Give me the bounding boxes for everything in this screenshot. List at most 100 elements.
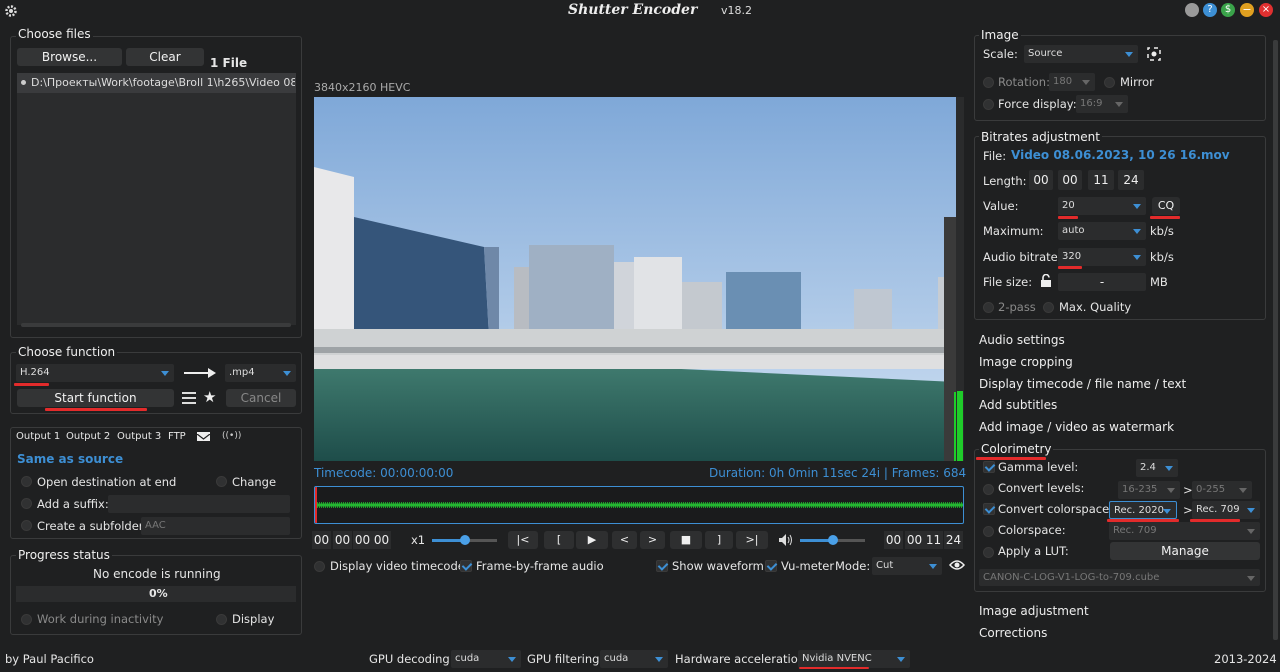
- lut-radio[interactable]: [983, 547, 994, 558]
- rotation-radio[interactable]: [983, 77, 994, 88]
- crop-preview-icon[interactable]: [1146, 46, 1162, 62]
- go-end-button[interactable]: >|: [736, 531, 768, 549]
- frame-audio-checkbox[interactable]: [460, 560, 472, 572]
- tab-output-2[interactable]: Output 2: [66, 431, 110, 442]
- cs-to-select[interactable]: Rec. 709: [1192, 501, 1260, 519]
- out-tc-ff[interactable]: 24: [944, 531, 963, 549]
- gpu-filtering-select[interactable]: cuda: [600, 650, 668, 668]
- eye-icon[interactable]: [949, 559, 965, 571]
- stop-button[interactable]: ■: [670, 531, 702, 549]
- cs-from-select[interactable]: Rec. 2020: [1109, 501, 1177, 519]
- show-waveform-checkbox[interactable]: [656, 560, 668, 572]
- display-radio[interactable]: [216, 614, 227, 625]
- file-list[interactable]: D:\Проекты\Work\footage\Broll 1\h265\Vid…: [17, 73, 296, 327]
- clear-button[interactable]: Clear: [126, 48, 204, 66]
- out-tc-ss[interactable]: 11: [924, 531, 943, 549]
- author-label[interactable]: by Paul Pacifico: [5, 652, 94, 666]
- lut-file-select[interactable]: CANON-C-LOG-V1-LOG-to-709.cube: [979, 569, 1260, 586]
- settings-gear-icon[interactable]: [4, 4, 18, 18]
- mail-icon[interactable]: [196, 432, 211, 441]
- filesize-input[interactable]: -: [1058, 273, 1146, 291]
- speed-slider[interactable]: [432, 535, 497, 545]
- gpu-decoding-select[interactable]: cuda: [451, 650, 521, 668]
- globe-icon[interactable]: [1185, 3, 1199, 17]
- unlock-icon[interactable]: [1039, 274, 1053, 288]
- mark-out-button[interactable]: ]: [705, 531, 733, 549]
- image-cropping-section[interactable]: Image cropping: [979, 355, 1073, 369]
- vu-meter-checkbox[interactable]: [765, 560, 777, 572]
- next-frame-button[interactable]: >: [640, 531, 665, 549]
- mode-select[interactable]: Cut: [872, 557, 942, 575]
- mirror-radio[interactable]: [1104, 77, 1115, 88]
- subfolder-radio[interactable]: [21, 520, 32, 531]
- stream-icon[interactable]: ((•)): [222, 431, 241, 441]
- in-tc-hh[interactable]: 00: [312, 531, 331, 549]
- image-adjustment-section[interactable]: Image adjustment: [979, 604, 1089, 618]
- star-icon[interactable]: ★: [203, 388, 216, 406]
- mark-in-button[interactable]: [: [544, 531, 574, 549]
- colorspace-checkbox[interactable]: [983, 503, 995, 515]
- add-suffix-radio[interactable]: [21, 498, 32, 509]
- suffix-input[interactable]: [108, 495, 290, 513]
- maximum-select[interactable]: auto: [1058, 222, 1146, 240]
- levels-from-select[interactable]: 16-235: [1118, 481, 1180, 499]
- add-subtitles-section[interactable]: Add subtitles: [979, 398, 1057, 412]
- audio-settings-section[interactable]: Audio settings: [979, 333, 1065, 347]
- start-function-button[interactable]: Start function: [17, 389, 174, 407]
- force-display-select[interactable]: 16:9: [1076, 95, 1128, 113]
- two-pass-radio[interactable]: [983, 302, 994, 313]
- length-ff[interactable]: 24: [1118, 170, 1144, 190]
- container-select[interactable]: .mp4: [225, 364, 296, 382]
- add-watermark-section[interactable]: Add image / video as watermark: [979, 420, 1174, 434]
- scale-select[interactable]: Source: [1024, 45, 1138, 63]
- rotation-select[interactable]: 180: [1049, 73, 1095, 91]
- tab-output-1[interactable]: Output 1: [16, 431, 60, 442]
- same-as-source[interactable]: Same as source: [17, 452, 123, 466]
- video-preview[interactable]: [314, 97, 956, 461]
- corrections-section[interactable]: Corrections: [979, 626, 1047, 640]
- file-list-item[interactable]: D:\Проекты\Work\footage\Broll 1\h265\Vid…: [17, 73, 296, 93]
- work-inactivity-radio[interactable]: [21, 614, 32, 625]
- volume-icon[interactable]: [779, 534, 793, 546]
- out-tc-mm[interactable]: 00: [905, 531, 924, 549]
- length-ss[interactable]: 11: [1088, 170, 1114, 190]
- manage-button[interactable]: Manage: [1110, 542, 1260, 560]
- prev-frame-button[interactable]: <: [612, 531, 637, 549]
- menu-icon[interactable]: [182, 392, 196, 404]
- cq-button[interactable]: CQ: [1152, 197, 1180, 215]
- close-icon[interactable]: ×: [1259, 3, 1273, 17]
- levels-radio[interactable]: [983, 484, 994, 495]
- force-display-radio[interactable]: [983, 99, 994, 110]
- play-button[interactable]: ▶: [576, 531, 608, 549]
- length-mm[interactable]: 00: [1058, 170, 1082, 190]
- minimize-icon[interactable]: −: [1240, 3, 1254, 17]
- cancel-button[interactable]: Cancel: [226, 389, 296, 407]
- go-start-button[interactable]: |<: [508, 531, 538, 549]
- max-quality-radio[interactable]: [1043, 302, 1054, 313]
- value-select[interactable]: 20: [1058, 197, 1146, 215]
- codec-select[interactable]: H.264: [16, 364, 174, 382]
- browse-button[interactable]: Browse...: [17, 48, 122, 66]
- change-radio[interactable]: [216, 476, 227, 487]
- donate-icon[interactable]: $: [1221, 3, 1235, 17]
- waveform[interactable]: [314, 486, 964, 524]
- tab-ftp[interactable]: FTP: [168, 431, 186, 442]
- in-tc-ss[interactable]: 00: [353, 531, 372, 549]
- gamma-checkbox[interactable]: [983, 461, 995, 473]
- file-list-scrollbar[interactable]: [21, 323, 291, 327]
- open-destination-radio[interactable]: [21, 476, 32, 487]
- hw-select[interactable]: Nvidia NVENC: [798, 650, 910, 668]
- display-timecode-section[interactable]: Display timecode / file name / text: [979, 377, 1186, 391]
- subfolder-input[interactable]: AAC: [141, 517, 290, 535]
- length-hh[interactable]: 00: [1029, 170, 1053, 190]
- levels-to-select[interactable]: 0-255: [1192, 481, 1252, 499]
- out-tc-hh[interactable]: 00: [884, 531, 903, 549]
- help-icon[interactable]: ?: [1203, 3, 1217, 17]
- colorspace2-radio[interactable]: [983, 526, 994, 537]
- in-tc-ff[interactable]: 00: [372, 531, 391, 549]
- volume-slider[interactable]: [800, 535, 865, 545]
- gamma-select[interactable]: 2.4: [1136, 459, 1178, 477]
- audio-bitrate-select[interactable]: 320: [1058, 248, 1146, 266]
- settings-scrollbar[interactable]: [1273, 40, 1278, 640]
- tab-output-3[interactable]: Output 3: [117, 431, 161, 442]
